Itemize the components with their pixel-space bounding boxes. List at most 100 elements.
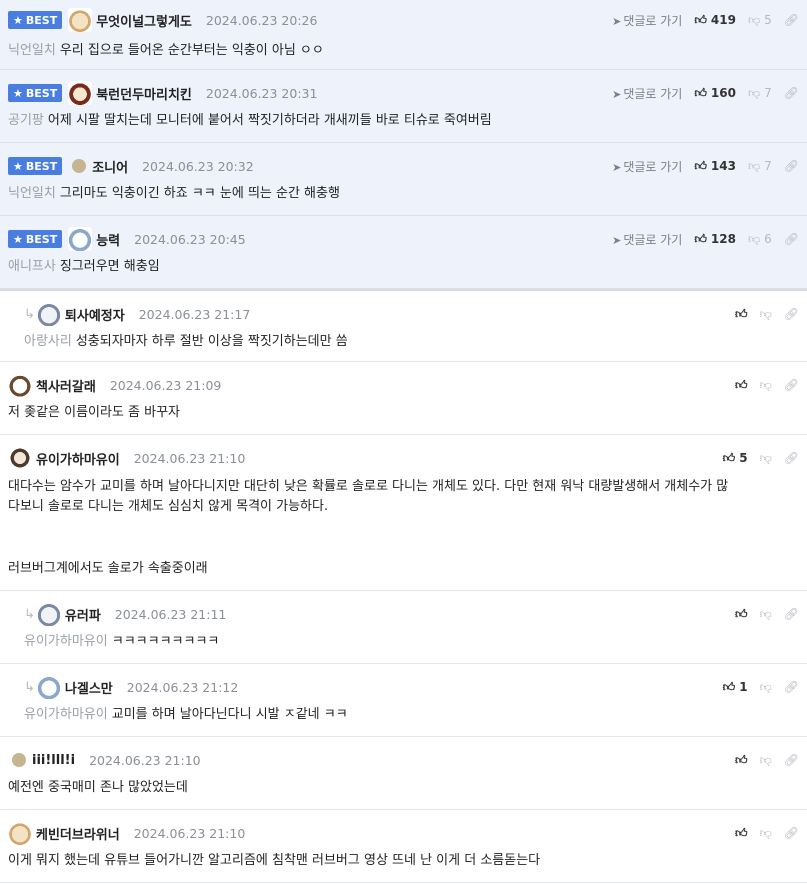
comment-body: 애니프사 징그러우면 해충임: [8, 259, 160, 274]
downvote-button[interactable]: 👎︎: [760, 680, 772, 695]
comment-actions: 👍︎ 👎︎ 🔗︎: [735, 601, 799, 627]
thumbs-up-icon: 👍︎: [694, 158, 707, 173]
timestamp: 2024.06.23 20:31: [205, 85, 318, 101]
nickname[interactable]: 책사러갈래: [36, 376, 96, 395]
nickname[interactable]: 무엇이널그렇게도: [96, 11, 192, 30]
goto-comment-link[interactable]: ➤ 댓글로 가기: [612, 12, 682, 29]
thumbs-down-icon: 👎︎: [759, 752, 772, 767]
avatar[interactable]: [68, 8, 93, 32]
downvote-button[interactable]: 👎︎ 6: [748, 232, 772, 247]
timestamp: 2024.06.23 21:11: [114, 606, 227, 622]
avatar[interactable]: [8, 446, 32, 470]
timestamp: 2024.06.23 21:10: [89, 752, 201, 768]
goto-comment-link[interactable]: ➤ 댓글로 가기: [612, 158, 682, 175]
nickname[interactable]: 능력: [96, 230, 120, 249]
nickname[interactable]: 퇴사예정자: [65, 305, 125, 324]
link-icon[interactable]: 🔗︎: [784, 680, 799, 694]
comment-actions: 👍︎ 👎︎ 🔗︎: [735, 820, 799, 846]
downvote-button[interactable]: 👎︎: [760, 451, 772, 466]
link-icon[interactable]: 🔗︎: [784, 378, 799, 392]
comment-line: 대다수는 암수가 교미를 하며 날아다니지만 대단히 낮은 확률로 솔로로 다니…: [8, 479, 729, 494]
nickname[interactable]: 나겔스만: [65, 678, 113, 697]
downvote-button[interactable]: 👎︎ 7: [748, 86, 772, 101]
link-icon[interactable]: 🔗︎: [784, 607, 799, 621]
comment-body: 대다수는 암수가 교미를 하며 날아다니지만 대단히 낮은 확률로 솔로로 다니…: [8, 471, 799, 587]
upvote-button[interactable]: 👍︎ 1: [723, 680, 748, 695]
timestamp: 2024.06.23 20:45: [134, 231, 246, 247]
comment-actions: ➤ 댓글로 가기 👍︎ 143 👎︎ 7 🔗︎: [612, 153, 799, 179]
mention: 닉언일치: [8, 43, 56, 58]
downvote-button[interactable]: 👎︎ 5: [748, 13, 772, 28]
goto-comment-link[interactable]: ➤ 댓글로 가기: [612, 85, 682, 102]
timestamp: 2024.06.23 21:10: [133, 825, 246, 841]
thumbs-down-icon: 👎︎: [747, 85, 761, 100]
upvote-button[interactable]: 👍︎ 419: [694, 13, 736, 28]
comment-actions: 👍︎ 👎︎ 🔗︎: [735, 747, 799, 773]
nickname[interactable]: iii!lll!i: [32, 753, 75, 768]
downvote-button[interactable]: 👎︎: [760, 378, 772, 393]
thumbs-up-icon: 👍︎: [735, 752, 748, 767]
downvote-button[interactable]: 👎︎: [760, 826, 772, 841]
link-icon[interactable]: 🔗︎: [784, 451, 799, 465]
best-badge: ★ BEST: [8, 11, 63, 29]
upvote-button[interactable]: 👍︎: [735, 607, 748, 622]
upvote-button[interactable]: 👍︎: [735, 753, 748, 768]
avatar[interactable]: [8, 821, 32, 845]
comment-list: ★ BEST 무엇이널그렇게도 2024.06.23 20:26 ➤ 댓글로 가기 …: [0, 0, 807, 883]
avatar[interactable]: [36, 675, 61, 699]
avatar[interactable]: [8, 373, 32, 397]
nickname[interactable]: 조니어: [92, 157, 128, 176]
comment-body: 저 좆같은 이름이라도 좀 바꾸자: [8, 405, 181, 420]
avatar[interactable]: [68, 81, 93, 105]
downvote-button[interactable]: 👎︎ 7: [748, 159, 772, 174]
thumbs-down-icon: 👎︎: [759, 679, 772, 694]
comment-actions: 👍︎ 👎︎ 🔗︎: [735, 301, 799, 327]
upvote-button[interactable]: 👍︎ 128: [694, 232, 736, 247]
link-icon[interactable]: 🔗︎: [784, 753, 799, 767]
upvote-button[interactable]: 👍︎ 160: [694, 86, 736, 101]
comment-body: 예전엔 중국매미 존나 많았었는데: [8, 780, 188, 795]
thumbs-down-icon: 👎︎: [759, 825, 772, 840]
star-icon: ★: [13, 13, 23, 27]
nickname[interactable]: 유이가하마유이: [36, 449, 120, 468]
comment-actions: 👍︎ 1 👎︎ 🔗︎: [723, 674, 799, 700]
comment-line: 다보니 솔로로 다니는 개체도 심심치 않게 목격이 가능하다.: [8, 499, 329, 514]
mention: 닉언일치: [8, 186, 56, 201]
upvote-button[interactable]: 👍︎: [735, 307, 748, 322]
nickname[interactable]: 케빈더브라위너: [36, 824, 120, 843]
downvote-button[interactable]: 👎︎: [760, 607, 772, 622]
downvote-button[interactable]: 👎︎: [760, 307, 772, 322]
link-icon[interactable]: 🔗︎: [784, 232, 799, 246]
reply-arrow-icon: ↳: [24, 679, 35, 695]
avatar[interactable]: [36, 302, 61, 326]
send-icon: ➤: [612, 233, 622, 247]
upvote-button[interactable]: 👍︎ 5: [723, 451, 748, 466]
mention: 아랑사리: [24, 334, 72, 349]
link-icon[interactable]: 🔗︎: [784, 13, 799, 27]
upvote-button[interactable]: 👍︎: [735, 826, 748, 841]
avatar[interactable]: [68, 227, 93, 251]
timestamp: 2024.06.23 20:26: [205, 12, 318, 28]
comment-body: 닉언일치 그리마도 익충이긴 하죠 ㅋㅋ 눈에 띄는 순간 해충행: [8, 186, 340, 201]
thumbs-down-icon: 👎︎: [759, 450, 772, 465]
upvote-button[interactable]: 👍︎: [735, 378, 748, 393]
comment-line: 러브버그계에서도 솔로가 속출중이래: [8, 561, 208, 576]
thumbs-up-icon: 👍︎: [694, 85, 707, 100]
link-icon[interactable]: 🔗︎: [784, 826, 799, 840]
link-icon[interactable]: 🔗︎: [784, 307, 799, 321]
nickname[interactable]: 북런던두마리치킨: [96, 84, 192, 103]
avatar[interactable]: [12, 753, 26, 767]
thumbs-up-icon: 👍︎: [722, 450, 736, 465]
downvote-button[interactable]: 👎︎: [760, 753, 772, 768]
upvote-button[interactable]: 👍︎ 143: [694, 159, 736, 174]
best-comment: ★ BEST 조니어 2024.06.23 20:32 ➤ 댓글로 가기 👍︎ 143…: [0, 143, 807, 216]
link-icon[interactable]: 🔗︎: [784, 159, 799, 173]
goto-comment-link[interactable]: ➤ 댓글로 가기: [612, 231, 682, 248]
avatar[interactable]: [36, 602, 61, 626]
link-icon[interactable]: 🔗︎: [784, 86, 799, 100]
comment-actions: 👍︎ 5 👎︎ 🔗︎: [723, 445, 799, 471]
star-icon: ★: [13, 159, 23, 173]
nickname[interactable]: 유러파: [65, 605, 101, 624]
thumbs-up-icon: 👍︎: [735, 306, 748, 321]
avatar[interactable]: [72, 159, 87, 173]
